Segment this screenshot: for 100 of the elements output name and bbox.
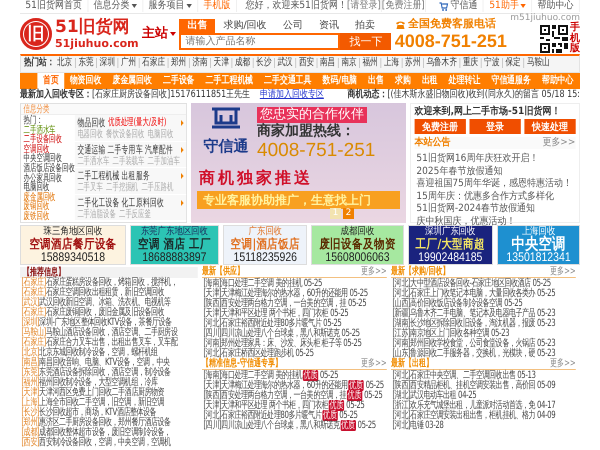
listing-link[interactable]: [石家庄]石家庄合力叉车出售，出租出售叉车，叉车配 <box>20 338 198 348</box>
ad-banner[interactable]: 上海回收 中央空调 13501812341 <box>496 225 580 265</box>
listing-link[interactable]: [四川]四川凉山处理八个台球桌，黑八和斯诺克优质 05-25 <box>202 421 387 431</box>
listing-link[interactable]: [河北]石家庄空调安装出租出售，柜机挂机、格力 04-09 <box>391 411 576 421</box>
listing-link[interactable]: [山西]高价回收饭店设备制冷设备空调 05-25 <box>391 299 576 309</box>
listing-link[interactable]: [天津]天津和平区处理 两个书柜，四门衣柜 05-25 <box>202 309 387 319</box>
city-link[interactable]: 石家庄 <box>138 58 168 68</box>
action-button[interactable]: 登录 <box>469 119 521 134</box>
ad-banner[interactable]: 珠三角地区回收 空调酒店餐厅设备 15889340518 <box>20 225 126 265</box>
listing-link[interactable]: [石家庄]石家庄废铜回收，废旧金属及旧设备回收 <box>20 308 198 318</box>
listing-link[interactable]: [河北]大中型酒店设备回收-石家庄地区回收酒店 05-25 <box>391 279 576 289</box>
city-link[interactable]: 郑州 <box>168 58 189 68</box>
search-field[interactable]: 请输入产品名称 <box>179 32 340 50</box>
listing-link[interactable]: [河北]石家庄中央空调、二手空调回收出售 05-13 <box>391 371 576 381</box>
listing-link[interactable]: [河北]石家庄桥西区处理跑步机 05-25 <box>202 349 387 359</box>
more-link[interactable]: 更多>> <box>361 358 387 370</box>
listing-link[interactable]: [上海]上海全市回收二手空调，旧空调，新旧空调 <box>20 398 198 408</box>
ad-banner[interactable]: 成都回收 废旧设备及物资 15608006063 <box>311 225 404 265</box>
apply-link[interactable]: 申请加入回收专区 <box>260 89 324 101</box>
city-link[interactable]: 宁波 <box>480 58 502 68</box>
mobile-version-link[interactable]: 手机版 <box>570 23 580 55</box>
listing-link[interactable]: [湖北]武汉电动车出租 04-25 <box>391 391 576 401</box>
category-link[interactable]: 办公家具回收 <box>24 172 62 184</box>
listing-link[interactable]: [江苏]南京地区上门回收各种空调 05-23 <box>391 329 576 339</box>
listing-link[interactable]: [石家庄]石家庄空调回收出租租赁，新旧空调回收 <box>20 288 198 298</box>
city-link[interactable]: 北京 <box>54 58 75 68</box>
listing-link[interactable]: [西安]西安制冷设备回收，空调，中央空调，空调机 <box>20 438 198 448</box>
station-switch[interactable]: 主站 <box>142 26 176 42</box>
city-link[interactable]: 西安 <box>295 58 317 68</box>
listing-link[interactable]: [新疆]乌鲁木齐二手电脑、笔记本及电器电子产品 05-23 <box>391 309 576 319</box>
listing-link[interactable]: [河北]石家庄上门收笔记本电脑，大量回收各类办 05-25 <box>391 289 576 299</box>
listing-link[interactable]: [海南]海口处理二手空调 美的挂机优质 05-25 <box>202 371 387 381</box>
category-link[interactable]: 二手工程机械 出租服务 <box>77 170 150 182</box>
listing-link[interactable]: [河北]电锤 03-28 <box>391 421 576 431</box>
listing-link[interactable]: [南昌]南昌回收音响、电脑、KTV设备，空调，中央 <box>20 358 198 368</box>
action-button[interactable]: 免费注册 <box>414 119 466 134</box>
top-link[interactable]: 信息分类 <box>88 0 144 12</box>
listing-link[interactable]: [武汉]武汉回收新旧空调、冰箱、洗衣机、电视机等 <box>20 298 198 308</box>
city-link[interactable]: 成都 <box>232 58 253 68</box>
more-link[interactable]: 更多>> <box>550 266 576 278</box>
city-link[interactable]: 东莞 <box>74 58 96 68</box>
search-tab[interactable]: 拍卖 <box>346 18 383 32</box>
city-link[interactable]: 南京 <box>338 58 360 68</box>
listing-link[interactable]: [郑州]惠济区二手厨房设备回收，郑州餐厅酒店设备 <box>20 418 198 428</box>
listing-link[interactable]: [深圳]深圳-广东地区整体回收KTV设备，茶餐厅设备 <box>20 318 198 328</box>
listing-link[interactable]: [河南]郑州处理家具：床、沙发、床头柜 柜子等 05-25 <box>202 339 387 349</box>
city-link[interactable]: 长沙 <box>252 58 274 68</box>
city-link[interactable]: 天津 <box>210 58 232 68</box>
listing-link[interactable]: [陕西]西安精品柜机、挂机空调安装出售，高价回 05-09 <box>391 381 576 391</box>
top-link[interactable]: 服务项目 <box>143 0 198 12</box>
notice-link[interactable]: 喜迎祖国75周年华诞，感恩特惠活动！ <box>416 178 574 191</box>
city-link[interactable]: 马鞍山 <box>523 58 552 68</box>
search-tab[interactable]: 公司 <box>274 18 311 32</box>
category-link[interactable]: 二手洒水车 <box>24 124 56 136</box>
action-button[interactable]: 快速处理 <box>524 119 576 134</box>
notice-link[interactable]: 51旧货网16周年庆狂欢开启！ <box>416 153 574 166</box>
category-link[interactable]: 交通运输 二手专用车 汽摩配件 <box>77 144 174 156</box>
city-link[interactable]: 乌鲁木齐 <box>423 58 460 68</box>
listing-link[interactable]: [山东]鲁源回收二手服务器，交换机，光模块，硬 05-23 <box>391 349 576 359</box>
listing-link[interactable]: [河北]石家庄裕西附近处理80多片暖气片 05-25 <box>202 319 387 329</box>
city-link[interactable]: 上海 <box>380 58 402 68</box>
listing-link[interactable]: [成都]成都回收整体超市设备，废旧空调制冷设备， <box>20 428 198 438</box>
notice-link[interactable]: 2025年春节放假通知 <box>416 166 574 178</box>
listing-link[interactable]: [四川]四川凉山处理八个台球桌，黑八和斯诺克 05-25 <box>202 329 387 339</box>
city-link[interactable]: 苏州 <box>402 58 424 68</box>
listing-link[interactable]: [河南]郑州回收学校食堂，公司食堂设备，火锅店 05-23 <box>391 339 576 349</box>
category-link[interactable]: 酒店饭店设备回收 <box>24 162 75 174</box>
city-link[interactable]: 福州 <box>359 58 380 68</box>
search-tab[interactable]: 资讯 <box>310 18 347 32</box>
listing-link[interactable]: [天津]天津河西区免费上门回收二手酒店厨房物资 <box>20 388 198 398</box>
listing-link[interactable]: [东莞]东莞酒店设备拆除回收，酒店空调，制冷设备 <box>20 368 198 378</box>
listing-link[interactable]: [陕西]西安处理两台格力空调，一台美的空调，挂优质 05-25 <box>202 391 387 401</box>
notice-link[interactable]: 15周年庆：优惠多合作方式多样化 <box>416 190 574 204</box>
listing-link[interactable]: [河北]石家庄裕西附近处理80多片暖气片优质 05-25 <box>202 411 387 421</box>
notice-link[interactable]: 51旧货网-2024春节放假通知 <box>416 203 574 216</box>
city-link[interactable]: 广州 <box>118 58 139 68</box>
listing-link[interactable]: [天津]天津梅江处理海尔的热水器，60升的还能用优质 05-25 <box>202 381 387 391</box>
listing-link[interactable]: [湖南]长沙地区拆除回收旧设备，淘汰机器，报废 05-23 <box>391 319 576 329</box>
ad-banner[interactable]: 深圳广东回收 工厂/大型商超 19902484185 <box>408 225 493 265</box>
promo-link[interactable]: 优质处理(量大/及时) <box>108 117 166 129</box>
top-link[interactable]: 51旧货网首页 <box>20 0 88 12</box>
more-link[interactable]: 更多>> <box>550 358 576 370</box>
city-link[interactable]: 深圳 <box>96 58 118 68</box>
city-link[interactable]: 保定 <box>502 58 524 68</box>
listing-link[interactable]: [马鞍山]马鞍山酒店设备回收，酒店空调、二手厨房设 <box>20 328 198 338</box>
listing-link[interactable]: [天津]天津梅江处理海尔的热水器，60升的还能用 05-25 <box>202 289 387 299</box>
listing-link[interactable]: [陕西]西安处理两台格力空调，一台美的空调，挂 05-25 <box>202 299 387 309</box>
listing-link[interactable]: [浙江]欢乐充气城堡出租，儿童派对活动首选，免 04-17 <box>391 401 576 411</box>
login-link[interactable]: [请登录] <box>346 0 382 12</box>
category-link[interactable]: 二手化工设备 化工原料回收 <box>77 196 164 208</box>
ad-banner[interactable]: 东莞广东地区回收 空调 酒店 工厂 18688883897 <box>130 225 219 265</box>
city-link[interactable]: 济南 <box>188 58 210 68</box>
city-link[interactable]: 南昌 <box>316 58 338 68</box>
listing-link[interactable]: [福州]福州回收制冷设备，大型空调机组，冷库 <box>20 378 198 388</box>
city-link[interactable]: 重庆 <box>460 58 481 68</box>
city-link[interactable]: 武汉 <box>274 58 296 68</box>
listing-link[interactable]: [石家庄]石家庄蛋糕房设备回收，烤箱回收，搅拌机， <box>20 278 198 288</box>
search-tab[interactable]: 求购/回收 <box>215 18 275 32</box>
listing-link[interactable]: [天津]天津和平区处理 两个书柜，四门衣柜优质 05-25 <box>202 401 387 411</box>
more-link[interactable]: 更多>> <box>361 266 387 278</box>
